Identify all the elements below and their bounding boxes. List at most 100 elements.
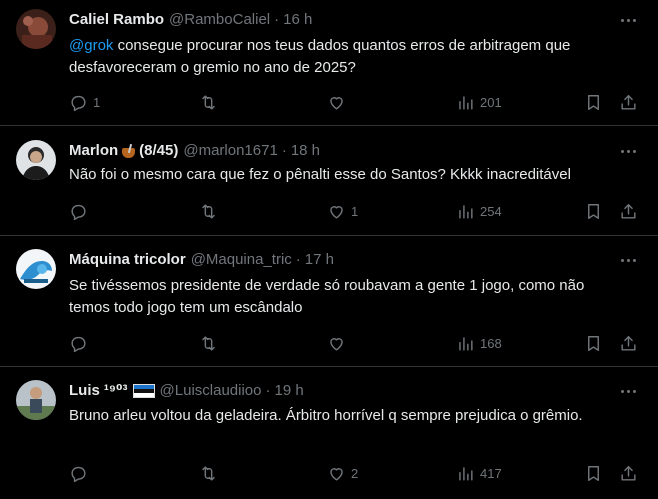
retweet-icon bbox=[202, 203, 215, 219]
views-button[interactable]: 201 bbox=[456, 92, 502, 112]
views-count: 168 bbox=[480, 335, 502, 351]
bookmark-icon bbox=[588, 203, 599, 219]
tweet-text: Bruno arleu voltou da geladeira. Árbitro… bbox=[69, 405, 628, 427]
tweet-header: Máquina tricolor @Maquina_tric · 17 h bbox=[69, 249, 608, 271]
like-icon bbox=[330, 96, 343, 110]
avatar[interactable] bbox=[16, 380, 56, 420]
avatar[interactable] bbox=[16, 140, 56, 180]
tweet-text: Se tivéssemos presidente de verdade só r… bbox=[69, 275, 628, 319]
action-bar: 1 254 bbox=[69, 201, 642, 221]
views-count: 254 bbox=[480, 203, 502, 219]
views-icon bbox=[459, 466, 473, 481]
tweet-header: Caliel Rambo @RamboCaliel · 16 h bbox=[69, 9, 608, 31]
retweet-icon bbox=[202, 94, 215, 110]
timestamp[interactable]: 18 h bbox=[291, 141, 320, 161]
avatar[interactable] bbox=[16, 249, 56, 289]
like-count: 2 bbox=[351, 465, 359, 481]
reply-count: 1 bbox=[93, 94, 101, 110]
like-button[interactable] bbox=[327, 333, 351, 353]
avatar[interactable] bbox=[16, 9, 56, 49]
tweet-body: consegue procurar nos teus dados quantos… bbox=[69, 37, 571, 76]
views-icon bbox=[459, 204, 473, 219]
share-button[interactable] bbox=[619, 333, 638, 353]
reply-button[interactable] bbox=[69, 463, 93, 483]
tweet-text: @grok consegue procurar nos teus dados q… bbox=[69, 35, 628, 79]
tweet-feed: Caliel Rambo @RamboCaliel · 16 h @grok c… bbox=[0, 0, 658, 499]
flag-icon bbox=[132, 384, 155, 398]
author-handle[interactable]: @RamboCaliel bbox=[169, 10, 270, 30]
views-button[interactable]: 254 bbox=[456, 201, 502, 221]
tweet-header: Luis ¹⁹⁰³ @Luisclaudiioo · 19 h bbox=[69, 380, 608, 402]
tweet-body: Não foi o mesmo cara que fez o pênalti e… bbox=[69, 166, 571, 183]
like-count: 1 bbox=[351, 203, 359, 219]
tweet[interactable]: Luis ¹⁹⁰³ @Luisclaudiioo · 19 h Bruno ar… bbox=[0, 368, 658, 499]
author-handle[interactable]: @Luisclaudiioo bbox=[160, 381, 262, 401]
action-bar: 2 417 bbox=[69, 463, 642, 483]
views-icon bbox=[459, 95, 473, 110]
retweet-button[interactable] bbox=[199, 201, 223, 221]
author-name-suffix: ¹⁹⁰³ bbox=[103, 382, 128, 399]
tweet-text: Não foi o mesmo cara que fez o pênalti e… bbox=[69, 164, 628, 186]
tweet-body: Bruno arleu voltou da geladeira. Árbitro… bbox=[69, 407, 583, 424]
tweet[interactable]: Marlon (8/45) @marlon1671 · 18 h Não foi… bbox=[0, 127, 658, 236]
action-bar: 1 201 bbox=[69, 92, 642, 112]
views-button[interactable]: 168 bbox=[456, 333, 502, 353]
share-button[interactable] bbox=[619, 92, 638, 112]
bookmark-button[interactable] bbox=[584, 201, 603, 221]
bookmark-icon bbox=[588, 335, 599, 351]
retweet-button[interactable] bbox=[199, 463, 223, 483]
author-handle[interactable]: @marlon1671 bbox=[183, 141, 277, 161]
tweet-header: Marlon (8/45) @marlon1671 · 18 h bbox=[69, 140, 608, 162]
reply-button[interactable] bbox=[69, 201, 93, 221]
share-icon bbox=[621, 94, 636, 110]
author-name-badge: ¹⁹⁰³ bbox=[104, 381, 155, 401]
reply-icon bbox=[71, 95, 86, 111]
bookmark-button[interactable] bbox=[584, 463, 603, 483]
retweet-button[interactable] bbox=[199, 333, 223, 353]
more-icon[interactable] bbox=[616, 141, 640, 161]
share-button[interactable] bbox=[619, 463, 638, 483]
like-icon bbox=[330, 337, 343, 351]
bookmark-button[interactable] bbox=[584, 92, 603, 112]
tweet[interactable]: Caliel Rambo @RamboCaliel · 16 h @grok c… bbox=[0, 0, 658, 126]
views-button[interactable]: 417 bbox=[456, 463, 502, 483]
reply-icon bbox=[71, 466, 86, 482]
tweet[interactable]: Máquina tricolor @Maquina_tric · 17 h Se… bbox=[0, 237, 658, 367]
like-icon bbox=[330, 467, 343, 481]
share-button[interactable] bbox=[619, 201, 638, 221]
more-icon[interactable] bbox=[616, 250, 640, 270]
separator-dot: · bbox=[281, 142, 287, 159]
bookmark-icon bbox=[588, 465, 599, 481]
like-icon bbox=[330, 205, 343, 219]
like-button[interactable]: 2 bbox=[327, 463, 358, 483]
retweet-icon bbox=[202, 335, 215, 351]
views-count: 417 bbox=[480, 465, 502, 481]
author-handle[interactable]: @Maquina_tric bbox=[191, 250, 292, 270]
reply-button[interactable] bbox=[69, 333, 93, 353]
like-button[interactable] bbox=[327, 92, 351, 112]
timestamp[interactable]: 16 h bbox=[283, 10, 312, 30]
author-name[interactable]: Luis bbox=[69, 381, 100, 401]
views-icon bbox=[459, 336, 473, 351]
separator-dot: · bbox=[274, 11, 280, 28]
timestamp[interactable]: 19 h bbox=[274, 381, 303, 401]
retweet-button[interactable] bbox=[199, 92, 223, 112]
action-bar: 168 bbox=[69, 333, 642, 353]
tweet-body: Se tivéssemos presidente de verdade só r… bbox=[69, 277, 585, 316]
author-name-suffix: (8/45) bbox=[139, 142, 179, 159]
reply-button[interactable]: 1 bbox=[69, 92, 100, 112]
bookmark-button[interactable] bbox=[584, 333, 603, 353]
author-name[interactable]: Máquina tricolor bbox=[69, 250, 186, 270]
mate-icon bbox=[122, 144, 136, 158]
reply-icon bbox=[71, 336, 86, 352]
author-name[interactable]: Caliel Rambo bbox=[69, 10, 164, 30]
mention-link[interactable]: @grok bbox=[69, 37, 113, 54]
timestamp[interactable]: 17 h bbox=[305, 250, 334, 270]
more-icon[interactable] bbox=[616, 10, 640, 30]
like-button[interactable]: 1 bbox=[327, 201, 358, 221]
more-icon[interactable] bbox=[616, 381, 640, 401]
author-name-badge: (8/45) bbox=[122, 141, 178, 161]
author-name[interactable]: Marlon bbox=[69, 141, 118, 161]
retweet-icon bbox=[202, 465, 215, 481]
separator-dot: · bbox=[295, 251, 301, 268]
